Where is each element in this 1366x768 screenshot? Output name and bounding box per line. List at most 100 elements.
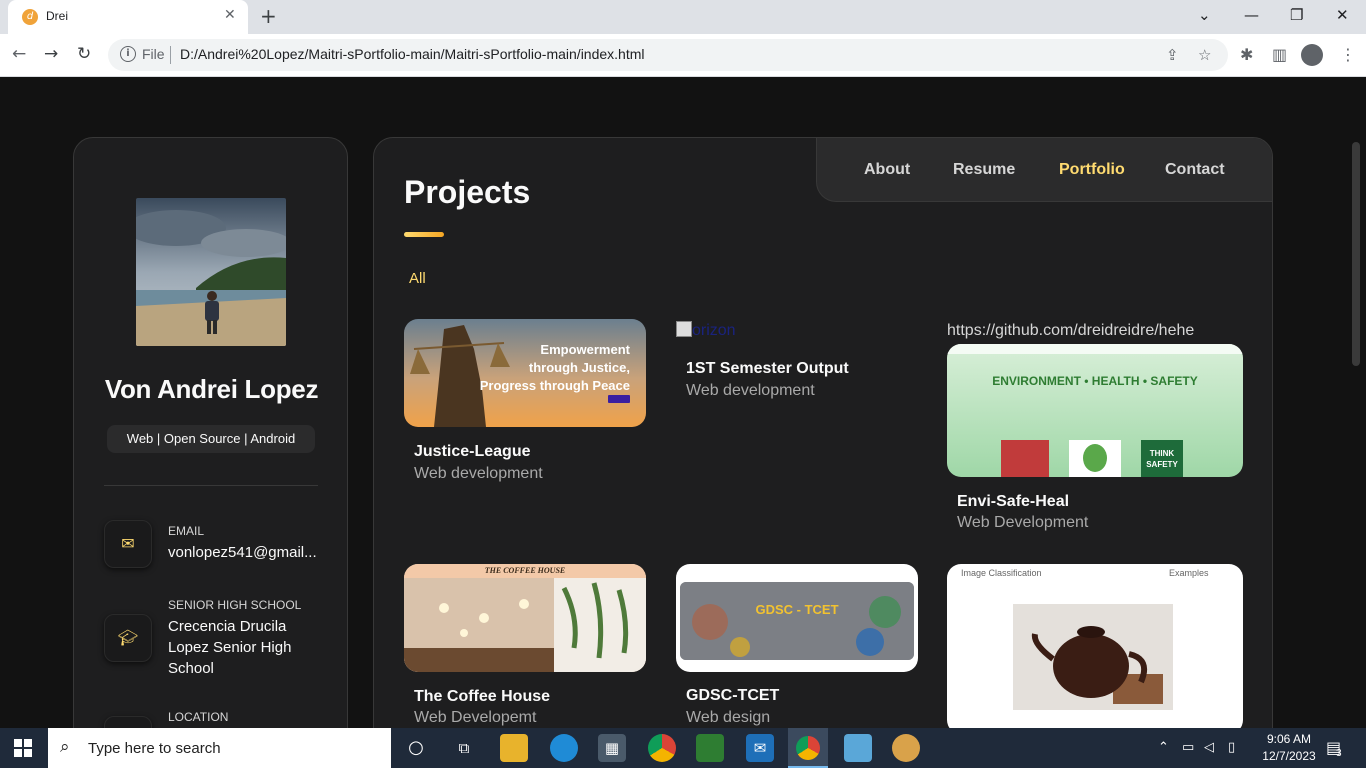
url-scheme-label: File: [142, 46, 165, 62]
profile-name: Von Andrei Lopez: [104, 374, 319, 404]
project-category: Web Developemt: [414, 709, 537, 726]
project-card-envi-safe-heal[interactable]: https://github.com/dreidreidre/hehe ENVI…: [947, 319, 1243, 539]
mail-app-icon[interactable]: ✉: [746, 734, 774, 762]
project-card-gdsc-tcet[interactable]: GDSC - TCET GDSC-TCET Web design: [676, 564, 918, 728]
sidebar-separator: [104, 485, 318, 486]
thumbnail-heading: THE COFFEE HOUSE: [404, 564, 646, 578]
portfolio-panel: About Resume Portfolio Contact Projects …: [373, 137, 1273, 728]
url-divider: [170, 46, 171, 64]
forward-icon[interactable]: →: [44, 44, 58, 64]
taskbar-clock[interactable]: 9:06 AM 12/7/2023: [1254, 731, 1324, 765]
bookmark-star-icon[interactable]: ☆: [1198, 46, 1211, 64]
page-scrollbar[interactable]: [1352, 142, 1360, 366]
edge-icon[interactable]: [550, 734, 578, 762]
project-title: GDSC-TCET: [686, 687, 780, 704]
thumbnail-button: [608, 395, 630, 403]
project-title: Envi-Safe-Heal: [957, 493, 1070, 510]
nav-link-contact[interactable]: Contact: [1165, 161, 1225, 179]
close-window-icon[interactable]: ✕: [1336, 6, 1349, 24]
project-title: 1ST Semester Output: [686, 360, 849, 377]
project-thumbnail[interactable]: Image Classification Examples: [947, 564, 1243, 728]
side-panel-icon[interactable]: ▥: [1272, 45, 1287, 64]
restore-icon[interactable]: ❐: [1290, 6, 1303, 24]
project-thumbnail[interactable]: ENVIRONMENT • HEALTH • SAFETY THINK SAFE…: [947, 344, 1243, 477]
profile-title-badge: Web | Open Source | Android: [107, 425, 315, 453]
spreadsheet-icon[interactable]: [696, 734, 724, 762]
site-info-icon[interactable]: i: [120, 46, 136, 62]
project-card-coffee-house[interactable]: THE COFFEE HOUSE The Coffee House Web De…: [404, 564, 646, 728]
file-explorer-icon[interactable]: [500, 734, 528, 762]
notepad-icon[interactable]: [844, 734, 872, 762]
volume-muted-icon[interactable]: ◁: [1204, 740, 1214, 755]
notification-count: 3: [1336, 748, 1342, 759]
store-icon[interactable]: ▦: [598, 734, 626, 762]
thumbnail-image-2: [1069, 440, 1121, 477]
project-thumbnail[interactable]: Empowerment through Justice, Progress th…: [404, 319, 646, 427]
minimize-icon[interactable]: —: [1244, 6, 1259, 24]
contact-label: Email: [168, 524, 205, 538]
url-text[interactable]: D:/Andrei%20Lopez/Maitri-sPortfolio-main…: [180, 46, 645, 62]
thumbnail-caption: Empowerment through Justice, Progress th…: [479, 342, 630, 393]
windows-taskbar: ⌕ Type here to search ○ ⧉ ▦ ✉ ⌃ ▭ ◁ ▯ 9:…: [0, 728, 1366, 768]
think-safety-sign: THINK SAFETY: [1141, 440, 1183, 477]
contact-value-email[interactable]: vonlopez541@gmail...: [168, 542, 328, 563]
windows-start-icon[interactable]: [14, 739, 32, 757]
project-card-1st-semester[interactable]: orizon 1ST Semester Output Web developme…: [676, 319, 918, 409]
thumbnail-heading: Image Classification: [961, 568, 1042, 578]
project-title: The Coffee House: [414, 688, 551, 705]
reload-icon[interactable]: ↻: [77, 44, 91, 64]
browser-tab[interactable]: d Drei ✕: [8, 0, 248, 34]
tab-strip: d Drei ✕ + ⌄ — ❐ ✕: [0, 0, 1366, 34]
project-category: Web development: [414, 465, 543, 482]
page-viewport: Von Andrei Lopez Web | Open Source | And…: [0, 77, 1366, 728]
filter-all-button[interactable]: All: [409, 270, 426, 287]
contact-item-school: 🎓︎ Senior High School Crecencia Drucila …: [104, 596, 324, 686]
thumbnail-heading: GDSC - TCET: [755, 602, 839, 617]
project-category: Web Development: [957, 514, 1089, 531]
chrome-active-icon[interactable]: [788, 728, 828, 768]
nav-link-portfolio[interactable]: Portfolio: [1059, 161, 1125, 179]
tab-title: Drei: [46, 9, 69, 23]
project-card-image-classification[interactable]: Image Classification Examples: [947, 564, 1243, 728]
main-navbar: About Resume Portfolio Contact: [816, 138, 1272, 202]
paint-icon[interactable]: [892, 734, 920, 762]
contact-value-school: Crecencia Drucila Lopez Senior High Scho…: [168, 618, 292, 677]
nav-link-about[interactable]: About: [864, 161, 910, 179]
browser-toolbar: ← → ↻ i File D:/Andrei%20Lopez/Maitri-sP…: [0, 34, 1366, 77]
taskbar-search-box[interactable]: ⌕ Type here to search: [48, 728, 391, 768]
project-thumbnail[interactable]: GDSC - TCET: [676, 564, 918, 672]
menu-kebab-icon[interactable]: ⋮: [1340, 45, 1356, 64]
title-underline: [404, 232, 444, 237]
chrome-icon[interactable]: [648, 734, 676, 762]
address-bar[interactable]: i File D:/Andrei%20Lopez/Maitri-sPortfol…: [108, 39, 1228, 71]
project-category: Web design: [686, 709, 771, 726]
mail-icon: ✉: [104, 520, 152, 568]
project-title: Justice-League: [414, 443, 531, 460]
project-thumbnail[interactable]: THE COFFEE HOUSE: [404, 564, 646, 672]
new-tab-icon[interactable]: +: [260, 4, 277, 28]
search-placeholder: Type here to search: [88, 740, 221, 757]
extensions-icon[interactable]: ✱: [1240, 45, 1253, 64]
thumbnail-header: [947, 344, 1243, 354]
tray-chevron-icon[interactable]: ⌃: [1158, 740, 1169, 755]
broken-image-alt: orizon: [692, 322, 736, 339]
share-icon[interactable]: ⇪: [1166, 46, 1179, 64]
image-alt-text: https://github.com/dreidreidre/hehe: [947, 322, 1195, 339]
project-card-justice-league[interactable]: Empowerment through Justice, Progress th…: [404, 319, 646, 489]
avatar: [136, 198, 286, 346]
battery-icon[interactable]: ▯: [1228, 740, 1235, 755]
contact-item-location: ⌖ Location: [104, 710, 324, 728]
thumbnail-heading: ENVIRONMENT • HEALTH • SAFETY: [992, 374, 1198, 388]
thumbnail-image-1: [1001, 440, 1049, 477]
cortana-icon[interactable]: ○: [402, 734, 430, 762]
network-icon[interactable]: ▭: [1182, 740, 1194, 755]
sidebar: Von Andrei Lopez Web | Open Source | And…: [73, 137, 348, 728]
favicon-icon: d: [22, 9, 38, 25]
profile-avatar-icon[interactable]: [1301, 44, 1323, 66]
tab-search-icon[interactable]: ⌄: [1198, 6, 1211, 24]
task-view-icon[interactable]: ⧉: [450, 734, 478, 762]
close-tab-icon[interactable]: ✕: [224, 7, 236, 23]
thumbnail-dropdown: Examples: [1169, 568, 1209, 578]
back-icon[interactable]: ←: [12, 44, 26, 64]
nav-link-resume[interactable]: Resume: [953, 161, 1015, 179]
